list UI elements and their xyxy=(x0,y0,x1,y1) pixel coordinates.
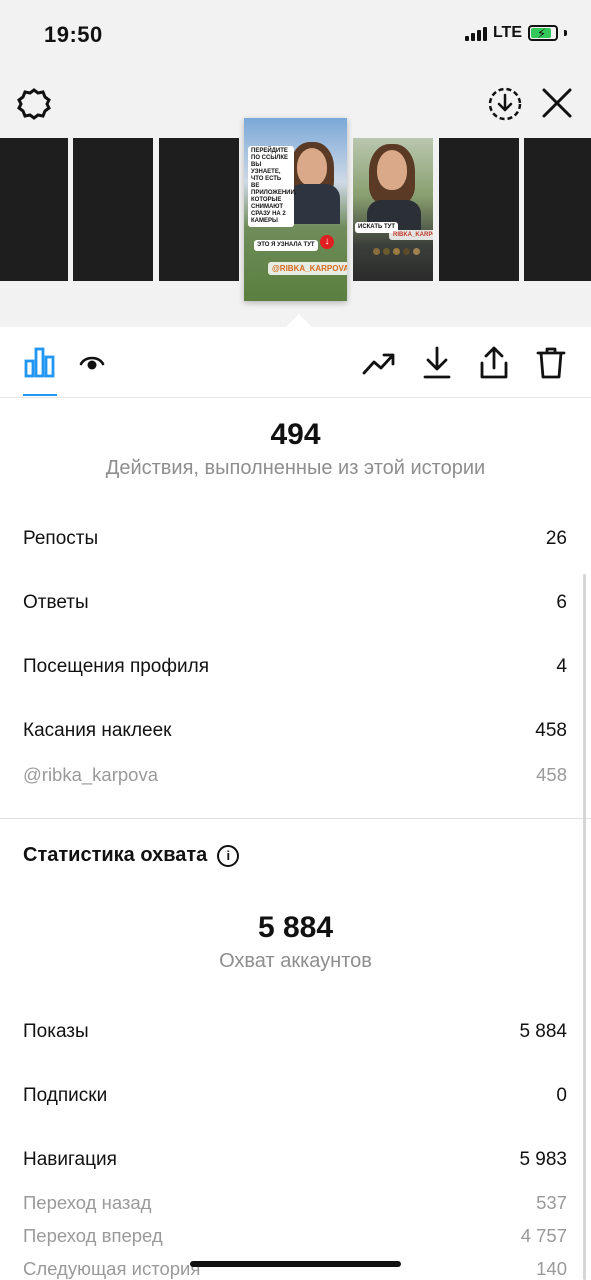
stat-row: Подписки 0 xyxy=(23,1085,567,1107)
story-thumbnail-active[interactable]: ПЕРЕЙДИТЕ ПО ССЫЛКЕ ВЫ УЗНАЕТЕ, ЧТО ЕСТЬ… xyxy=(244,118,347,301)
selection-pointer xyxy=(285,314,313,328)
stat-value: 5 983 xyxy=(519,1149,567,1170)
stat-label: Переход вперед xyxy=(23,1225,163,1246)
stat-label: Репосты xyxy=(23,528,99,549)
stat-label: Касания наклеек xyxy=(23,720,172,741)
story-thumbnail[interactable] xyxy=(0,138,68,281)
stat-label: Подписки xyxy=(23,1085,108,1106)
status-time: 19:50 xyxy=(44,22,103,47)
stat-subrow: Переход назад 537 xyxy=(23,1192,567,1214)
info-icon[interactable]: i xyxy=(217,844,240,867)
stat-value: 0 xyxy=(556,1085,567,1106)
story-mention: RIBKA_KARPOVA xyxy=(389,230,433,240)
network-label: LTE xyxy=(492,24,522,41)
story-thumbnail[interactable] xyxy=(159,138,239,281)
story-thumbnail[interactable] xyxy=(73,138,153,281)
stat-label: @ribka_karpova xyxy=(23,764,158,785)
stat-row: Навигация 5 983 xyxy=(23,1149,567,1171)
battery-cap xyxy=(564,30,567,36)
stat-label: Переход назад xyxy=(23,1192,152,1213)
stat-value: 26 xyxy=(545,528,567,549)
eye-icon[interactable] xyxy=(79,352,105,379)
download-circle-icon[interactable] xyxy=(487,86,523,122)
story-sticker-label: ЭТО Я УЗНАЛА ТУТ xyxy=(254,240,318,251)
signal-icon xyxy=(464,25,487,41)
stat-row: Ответы 6 xyxy=(23,592,567,614)
reach-section-title: Статистика охвата i xyxy=(23,844,240,867)
close-icon[interactable] xyxy=(540,86,574,120)
download-icon[interactable] xyxy=(422,345,452,386)
stat-row: Показы 5 884 xyxy=(23,1021,567,1043)
stat-row: Репосты 26 xyxy=(23,528,567,550)
stat-row: Касания наклеек 458 xyxy=(23,720,567,742)
stat-value: 140 xyxy=(536,1258,567,1279)
stat-subrow: @ribka_karpova 458 xyxy=(23,764,567,786)
story-thumbnail[interactable]: ИСКАТЬ ТУТ RIBKA_KARPOVA xyxy=(353,138,433,281)
story-thumbnail[interactable] xyxy=(524,138,591,281)
stat-value: 4 757 xyxy=(520,1225,567,1246)
active-tab-indicator xyxy=(23,394,57,396)
battery-icon: ⚡ xyxy=(528,25,558,41)
stat-label: Навигация xyxy=(23,1149,117,1170)
arrow-down-icon: ↓ xyxy=(320,235,334,249)
stat-value: 458 xyxy=(536,764,567,785)
scrollbar[interactable] xyxy=(583,574,586,1280)
trash-icon[interactable] xyxy=(535,345,567,386)
reach-subtitle: Охват аккаунтов xyxy=(219,950,372,972)
stat-value: 5 884 xyxy=(519,1021,567,1042)
settings-icon[interactable] xyxy=(16,86,52,122)
reach-title-text: Статистика охвата xyxy=(23,844,208,866)
emoji-row xyxy=(373,248,420,255)
stat-value: 458 xyxy=(535,720,567,741)
home-indicator[interactable] xyxy=(190,1261,401,1267)
stat-label: Показы xyxy=(23,1021,89,1042)
interactions-subtitle: Действия, выполненные из этой истории xyxy=(105,457,486,479)
story-mention: @RIBKA_KARPOVA xyxy=(268,262,347,275)
stat-label: Следующая история xyxy=(23,1258,201,1279)
status-indicators: LTE ⚡ xyxy=(464,24,567,42)
story-strip[interactable]: ПЕРЕЙДИТЕ ПО ССЫЛКЕ ВЫ УЗНАЕТЕ, ЧТО ЕСТЬ… xyxy=(0,118,591,301)
stat-subrow: Переход вперед 4 757 xyxy=(23,1225,567,1247)
stat-row: Посещения профиля 4 xyxy=(23,656,567,678)
reach-total: 5 884 xyxy=(257,911,334,944)
stat-value: 4 xyxy=(556,656,567,677)
story-thumbnail[interactable] xyxy=(439,138,519,281)
stat-value: 537 xyxy=(536,1192,567,1213)
interactions-total: 494 xyxy=(270,418,321,451)
trending-icon[interactable] xyxy=(362,348,396,383)
story-sticker-text: ПЕРЕЙДИТЕ ПО ССЫЛКЕ ВЫ УЗНАЕТЕ, ЧТО ЕСТЬ… xyxy=(248,146,296,227)
stat-label: Ответы xyxy=(23,592,89,613)
share-icon[interactable] xyxy=(478,345,510,386)
insights-icon[interactable] xyxy=(23,345,57,384)
stat-label: Посещения профиля xyxy=(23,656,209,677)
stat-value: 6 xyxy=(556,592,567,613)
section-divider xyxy=(0,818,591,819)
